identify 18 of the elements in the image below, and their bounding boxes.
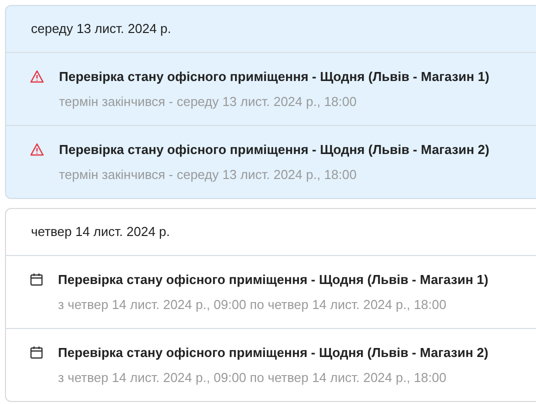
- task-item[interactable]: Перевірка стану офісного приміщення - Щодня (Львів - Магазин 2) термін закінчився - середу 13 лист. 2024 р., 18:00: [6, 125, 536, 198]
- warning-icon: [30, 70, 44, 83]
- task-title: Перевірка стану офісного приміщення - Щодня (Львів - Магазин 1): [59, 69, 490, 85]
- warning-icon: [30, 143, 44, 156]
- task-time: термін закінчився - середу 13 лист. 2024 р., 18:00: [59, 167, 358, 183]
- day-heading: середу 13 лист. 2024 р.: [30, 20, 172, 38]
- day-heading: четвер 14 лист. 2024 р.: [30, 223, 171, 241]
- calendar-icon: [30, 273, 43, 286]
- task-title: Перевірка стану офісного приміщення - Щодня (Львів - Магазин 2): [59, 142, 490, 158]
- calendar-icon: [30, 346, 43, 359]
- task-title: Перевірка стану офісного приміщення - Щодня (Львів - Магазин 2): [58, 345, 488, 361]
- task-time: з четвер 14 лист. 2024 р., 09:00 по четвер 14 лист. 2024 р., 18:00: [58, 370, 448, 386]
- task-item[interactable]: Перевірка стану офісного приміщення - Щодня (Львів - Магазин 1) термін закінчився - середу 13 лист. 2024 р., 18:00: [6, 52, 536, 125]
- task-item[interactable]: Перевірка стану офісного приміщення - Щодня (Львів - Магазин 2) з четвер 14 лист. 2024 р., 09:00 по четвер 14 лист. 2024 р., 18:00: [6, 328, 536, 401]
- task-time: термін закінчився - середу 13 лист. 2024 р., 18:00: [59, 94, 358, 110]
- task-item[interactable]: Перевірка стану офісного приміщення - Щодня (Львів - Магазин 1) з четвер 14 лист. 2024 р., 09:00 по четвер 14 лист. 2024 р., 18:00: [6, 255, 536, 328]
- task-title: Перевірка стану офісного приміщення - Щодня (Львів - Магазин 1): [58, 272, 488, 288]
- task-time: з четвер 14 лист. 2024 р., 09:00 по четвер 14 лист. 2024 р., 18:00: [58, 297, 448, 313]
